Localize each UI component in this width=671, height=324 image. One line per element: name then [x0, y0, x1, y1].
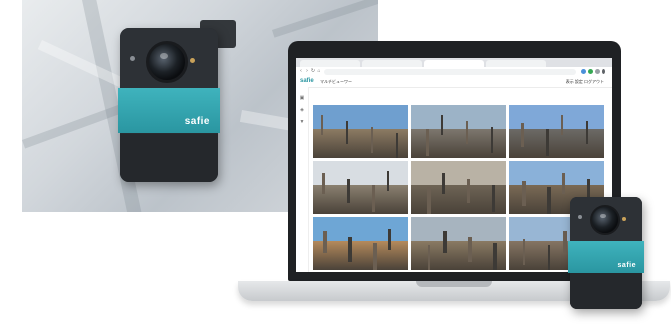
feed-structure: [373, 243, 377, 270]
feed-sky: [313, 217, 408, 243]
feed-structure: [547, 187, 551, 214]
feed-structure: [442, 173, 445, 194]
camera-brand-label: safie: [184, 116, 210, 127]
feed-structure: [586, 121, 588, 144]
camera-lens-icon: [590, 205, 620, 235]
body-camera-large: safie: [118, 28, 220, 182]
feed-structure: [428, 245, 430, 270]
feed-structure: [371, 127, 373, 153]
feed-sky: [411, 217, 506, 243]
camera-bottom-housing: [570, 273, 642, 309]
browser-tab[interactable]: [300, 60, 360, 67]
camera-feed-tile[interactable]: [411, 217, 506, 270]
feed-structure: [492, 185, 495, 212]
feed-structure: [522, 181, 526, 206]
camera-icon[interactable]: ▣: [299, 95, 305, 101]
feed-ground: [313, 184, 408, 214]
camera-feed-tile[interactable]: [313, 105, 408, 158]
extension-icon[interactable]: [588, 69, 593, 74]
feed-structure: [396, 133, 398, 158]
feed-structure: [493, 243, 497, 270]
feed-structure: [348, 237, 352, 262]
camera-sensor-icon: [130, 56, 135, 61]
map-icon[interactable]: ◈: [299, 107, 305, 113]
camera-feed-tile[interactable]: [313, 161, 408, 214]
feed-structure: [321, 115, 323, 135]
feed-structure: [563, 231, 567, 253]
app-header-actions[interactable]: 表示 設定 ログアウト: [566, 78, 604, 85]
feed-structure: [346, 121, 348, 144]
camera-sensor-icon: [578, 215, 582, 219]
jacket-fold-highlight: [37, 40, 124, 88]
feed-structure: [347, 179, 350, 203]
feed-sky: [313, 105, 408, 131]
camera-brand-band: safie: [568, 241, 644, 273]
extension-icon[interactable]: [581, 69, 586, 74]
browser-tab-active[interactable]: [424, 60, 484, 67]
camera-feed-tile[interactable]: [411, 161, 506, 214]
camera-brand-label: safie: [617, 262, 636, 269]
feed-structure: [427, 187, 431, 214]
app-sidebar: ▣ ◈ ▼: [296, 87, 309, 272]
feed-structure: [388, 229, 391, 250]
feed-structure: [387, 171, 389, 191]
feed-ground: [313, 128, 408, 158]
feed-structure: [491, 127, 493, 153]
feed-sky: [313, 161, 408, 187]
feed-structure: [443, 231, 447, 253]
address-bar[interactable]: [324, 68, 576, 75]
camera-led-icon: [622, 217, 626, 221]
menu-icon[interactable]: [602, 69, 605, 74]
app-header: safie マルチビューワー 表示 設定 ログアウト: [296, 76, 612, 88]
camera-feed-tile[interactable]: [509, 105, 604, 158]
feed-structure: [468, 237, 472, 262]
browser-tab[interactable]: [486, 60, 546, 67]
camera-bottom-housing: [120, 134, 218, 182]
body-camera-small: safie: [568, 197, 644, 309]
feed-structure: [562, 173, 565, 194]
home-icon[interactable]: ⌂: [316, 68, 322, 74]
filter-icon[interactable]: ▼: [299, 119, 305, 125]
feed-structure: [546, 129, 549, 156]
camera-feed-tile[interactable]: [313, 217, 408, 270]
browser-tab-bar: [296, 58, 612, 67]
feed-sky: [411, 161, 506, 187]
feed-ground: [411, 240, 506, 270]
feed-structure: [322, 173, 325, 194]
feed-structure: [426, 129, 429, 156]
camera-feed-tile[interactable]: [411, 105, 506, 158]
feed-structure: [467, 179, 470, 203]
laptop-notch: [416, 281, 492, 287]
feed-structure: [372, 185, 375, 212]
feed-structure: [548, 245, 550, 270]
feed-structure: [561, 115, 563, 135]
camera-view-grid: [313, 105, 605, 271]
feed-structure: [521, 123, 524, 147]
profile-icon[interactable]: [595, 69, 600, 74]
camera-lens-icon: [146, 41, 188, 83]
camera-led-icon: [190, 58, 195, 63]
camera-brand-band: safie: [118, 88, 220, 133]
browser-tab[interactable]: [362, 60, 422, 67]
feed-structure: [441, 115, 443, 135]
feed-structure: [323, 231, 327, 253]
feed-structure: [523, 239, 525, 265]
laptop-screen: ‹ › ↻ ⌂ safie マルチビューワー 表示 設定 ログアウト ▣ ◈ ▼: [296, 58, 612, 272]
app-title: マルチビューワー: [320, 79, 352, 84]
app-logo[interactable]: safie: [300, 77, 314, 86]
feed-ground: [313, 240, 408, 270]
jacket-fold-shadow: [272, 0, 378, 38]
feed-structure: [466, 121, 468, 144]
